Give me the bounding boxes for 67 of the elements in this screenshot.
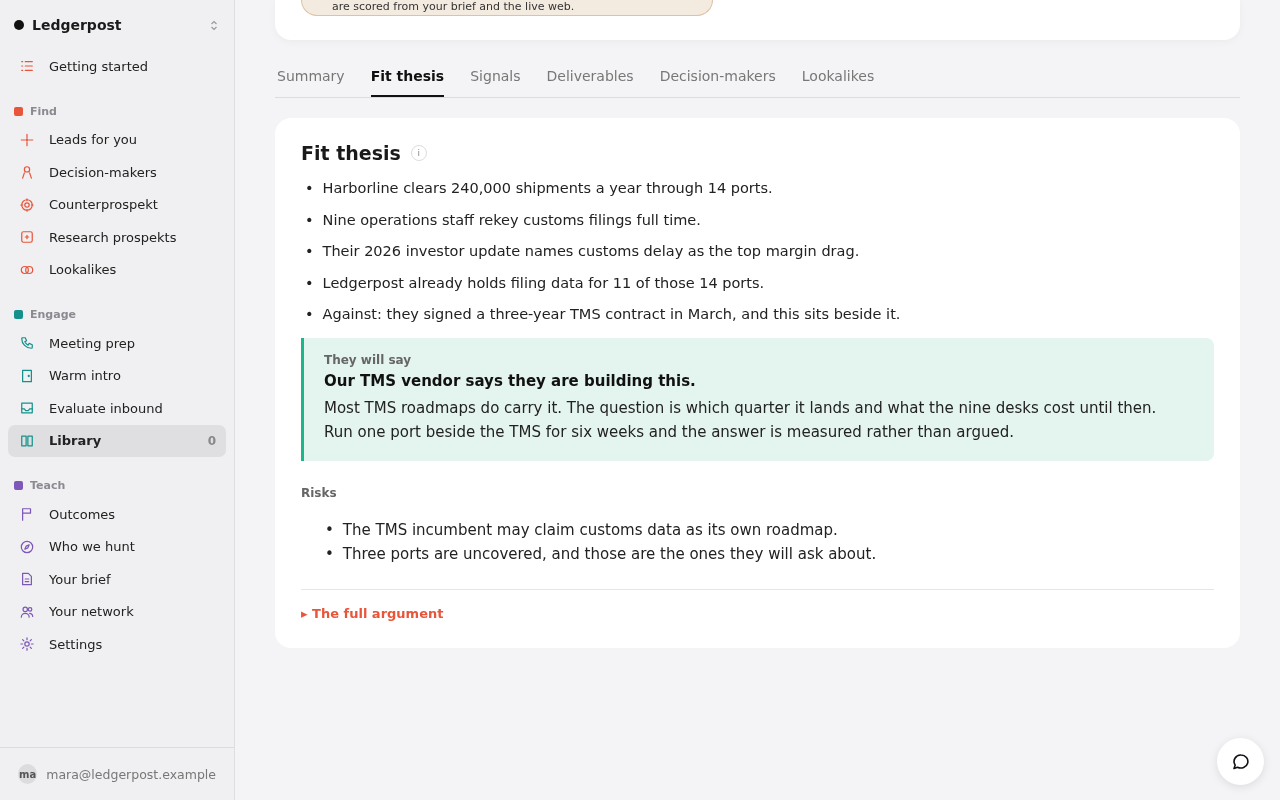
item-count: 0 [207, 433, 216, 448]
chevron-updown-icon [210, 19, 218, 31]
document-icon [20, 572, 34, 586]
section-title: Engage [30, 308, 76, 321]
list-icon [20, 59, 34, 73]
tab[interactable]: Deliverables [546, 56, 634, 97]
bullet-point: Their 2026 investor update names customs delay as the top margin drag. [322, 242, 860, 261]
disclosure-toggle[interactable]: ▸ The full argument [301, 606, 444, 621]
chat-button[interactable] [1217, 738, 1264, 785]
plus-square-icon [20, 230, 34, 244]
people-icon [20, 604, 34, 619]
target-icon [20, 197, 34, 212]
bullet-marker: • [305, 305, 314, 324]
bullet-point: Against: they signed a three-year TMS contract in March, and this sits beside it. [322, 305, 901, 324]
bullet-point: Ledgerpost already holds filing data for 11 of those 14 ports. [322, 273, 765, 293]
sidebar-item[interactable]: Your brief [8, 563, 226, 595]
sidebar-item[interactable]: Leads for you [8, 123, 226, 156]
bullet-marker: • [325, 520, 334, 541]
sidebar-item[interactable]: Research prospekts [8, 221, 226, 253]
inbox-icon [20, 401, 34, 415]
compass-icon [20, 539, 34, 554]
tab[interactable]: Signals [470, 56, 521, 97]
bullet-marker: • [305, 273, 314, 293]
workspace-switcher[interactable]: Ledgerpost [8, 0, 226, 50]
callout-label: They will say [324, 353, 413, 367]
sparkle-icon [20, 132, 34, 147]
info-pill: are scored from your brief and the live web. [301, 0, 713, 16]
sidebar-item[interactable]: Lookalikes [8, 253, 226, 286]
sidebar-item[interactable]: Who we hunt [8, 530, 226, 563]
bullet-marker: • [305, 210, 314, 230]
sidebar-item[interactable]: Evaluate inbound [8, 392, 226, 424]
tab[interactable]: Fit thesis [370, 56, 445, 97]
sidebar-item[interactable]: Warm intro [8, 359, 226, 392]
bullet-marker: • [305, 242, 314, 261]
sidebar-item[interactable]: Getting started [8, 50, 226, 82]
tab[interactable]: Summary [277, 56, 345, 97]
sidebar-item[interactable]: Your network [8, 595, 226, 628]
sidebar-item[interactable]: Library 0 [8, 424, 226, 457]
callout-text: Most TMS roadmaps do carry it. The question is which quarter it lands and what the nine desks cost until then. Run one port beside the TMS for six weeks and the answer is measured rather than argued. [324, 398, 1158, 443]
avatar: ma [18, 764, 38, 784]
settings-icon [20, 637, 34, 651]
person-icon [20, 165, 34, 179]
tab[interactable]: Lookalikes [801, 56, 875, 97]
section-title: Find [30, 104, 57, 118]
door-icon [20, 368, 34, 383]
risk-item: The TMS incumbent may claim customs data as its own roadmap. [342, 520, 838, 541]
sidebar-item[interactable]: Meeting prep [8, 327, 226, 359]
flag-icon [20, 507, 34, 521]
card-title: Fit thesis [301, 142, 401, 164]
sidebar-item[interactable]: Counterprospekt [8, 188, 226, 221]
risk-item: Three ports are uncovered, and those are the ones they will ask about. [342, 544, 877, 565]
sidebar-item[interactable]: Settings [8, 628, 226, 660]
sidebar-item[interactable]: Outcomes [8, 498, 226, 530]
bullet-point: Harborline clears 240,000 shipments a year through 14 ports. [322, 179, 773, 198]
user-account[interactable]: ma mara@ledgerpost.example [0, 747, 234, 800]
book-icon [20, 433, 34, 448]
bullet-marker: • [305, 179, 314, 198]
tab[interactable]: Decision-makers [659, 56, 776, 97]
section-title: Teach [30, 479, 66, 492]
phone-icon [20, 336, 34, 350]
chat-bubble-icon [1230, 751, 1251, 772]
bullet-point: Nine operations staff rekey customs filings full time. [322, 210, 701, 230]
callout-title: Our TMS vendor says they are building this. [324, 372, 697, 390]
sidebar-item[interactable]: Decision-makers [8, 156, 226, 188]
risks-heading: Risks [301, 486, 338, 500]
bullet-marker: • [325, 544, 334, 565]
workspace-dot-icon [14, 20, 24, 30]
